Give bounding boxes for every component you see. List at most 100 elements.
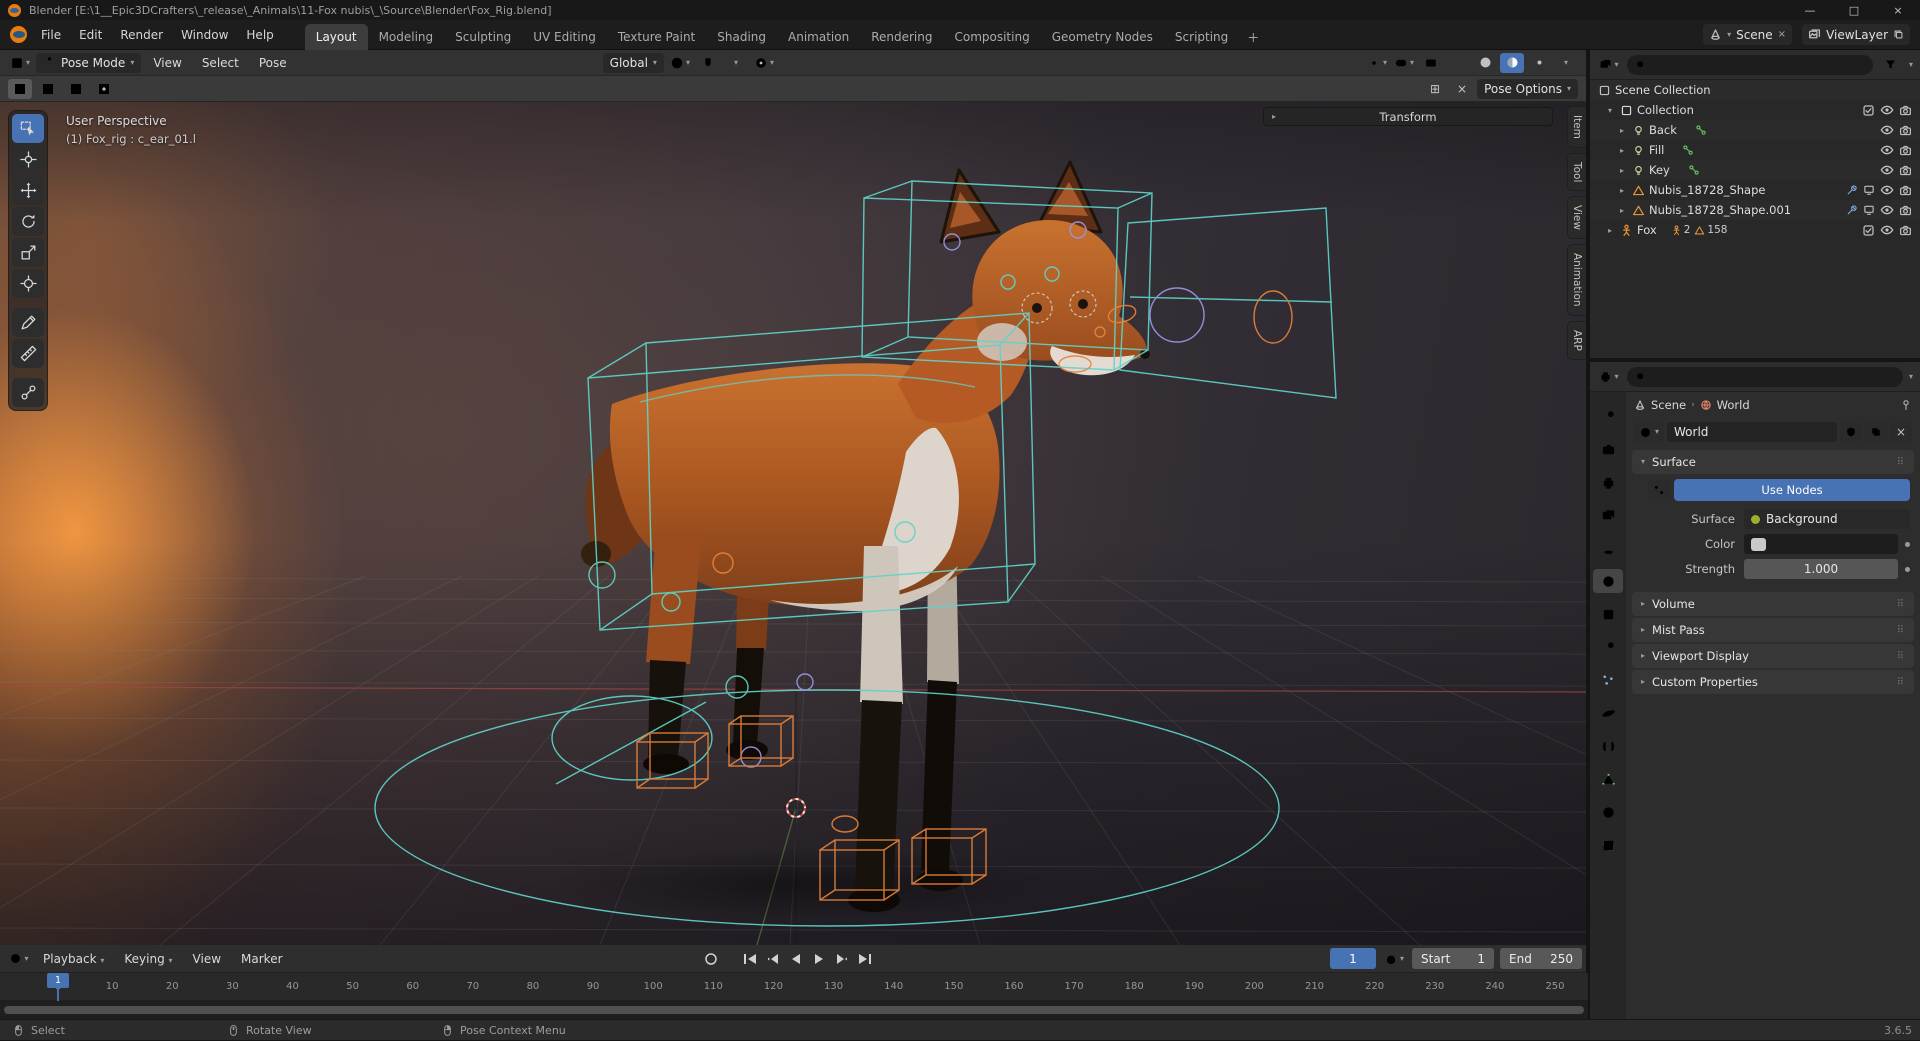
timeline-menu-playback[interactable]: Playback ▾ [35,949,112,969]
horizontal-scrollbar[interactable] [4,1006,1584,1014]
use-nodes-button[interactable]: Use Nodes [1674,479,1910,501]
camera-icon[interactable] [1899,224,1912,237]
shading-solid-button[interactable] [1473,53,1497,73]
collapse-icon[interactable]: ▸ [1604,226,1616,235]
minimize-button[interactable]: — [1788,0,1832,20]
mode-dropdown[interactable]: Pose Mode ▾ [36,52,142,73]
jump-next-keyframe-button[interactable] [831,950,852,969]
clear-filter-icon[interactable]: × [1450,79,1474,99]
workspace-tab-scripting[interactable]: Scripting [1164,24,1239,50]
sidebar-tab-tool[interactable]: Tool [1567,152,1586,192]
select-mode-subtract-button[interactable] [64,79,88,99]
tab-object-data[interactable] [1593,767,1623,791]
collapse-icon[interactable]: ▸ [1616,166,1628,175]
strength-slider[interactable]: 1.000 [1744,559,1898,579]
expand-icon[interactable]: ▾ [1604,106,1616,115]
timeline-menu-keying[interactable]: Keying ▾ [116,949,180,969]
fake-user-button[interactable] [1840,422,1862,442]
toggle-xray-button[interactable] [1419,53,1443,73]
wrench-icon[interactable] [1846,204,1858,216]
camera-icon[interactable] [1899,184,1912,197]
transform-panel-header[interactable]: ▸ Transform [1263,107,1553,126]
outliner-row-nubis-shape[interactable]: ▸ Nubis_18728_Shape [1590,180,1920,200]
jump-prev-keyframe-button[interactable] [762,950,783,969]
camera-icon[interactable] [1899,144,1912,157]
tab-texture[interactable] [1593,833,1623,857]
checkbox-icon[interactable] [1862,224,1875,237]
add-workspace-button[interactable]: ＋ [1239,25,1267,50]
viewport-editor-type-button[interactable]: ▾ [8,53,32,73]
eye-icon[interactable] [1880,163,1894,177]
tab-object[interactable] [1593,602,1623,626]
jump-to-end-button[interactable] [854,950,875,969]
show-overlays-button[interactable]: ▾ [1392,53,1416,73]
tab-world[interactable] [1593,569,1623,593]
workspace-tab-rendering[interactable]: Rendering [860,24,943,50]
tab-material[interactable] [1593,800,1623,824]
blender-menu-icon[interactable] [10,26,27,43]
outliner-row-nubis-shape-001[interactable]: ▸ Nubis_18728_Shape.001 [1590,200,1920,220]
outliner-row-scene-collection[interactable]: Scene Collection [1590,80,1920,100]
tab-view-layer[interactable] [1593,503,1623,527]
fox-model[interactable] [581,160,1150,912]
grid-options-icon[interactable]: ⊞ [1423,79,1447,99]
tab-physics[interactable] [1593,701,1623,725]
collapse-icon[interactable]: ▸ [1616,206,1628,215]
tab-tool[interactable] [1593,404,1623,428]
tool-rotate-button[interactable] [12,207,44,236]
world-name-field[interactable]: World [1667,422,1837,442]
tab-constraints[interactable] [1593,734,1623,758]
sidebar-tab-arp[interactable]: ARP [1567,320,1586,360]
proportional-edit-button[interactable]: ▾ [752,53,776,73]
surface-shader-dropdown[interactable]: Background [1744,509,1910,529]
tool-measure-button[interactable] [12,339,44,368]
workspace-tab-uvediting[interactable]: UV Editing [522,24,607,50]
pin-icon[interactable] [1900,399,1912,411]
workspace-tab-modeling[interactable]: Modeling [368,24,445,50]
workspace-tab-sculpting[interactable]: Sculpting [444,24,522,50]
tool-pose-breakdowner-button[interactable] [12,378,44,407]
eye-icon[interactable] [1880,143,1894,157]
sidebar-tab-animation[interactable]: Animation [1567,244,1586,316]
unlink-button[interactable]: × [1890,422,1912,442]
tool-transform-button[interactable] [12,269,44,298]
frame-start-field[interactable]: Start 1 [1412,948,1494,969]
outliner-row-back[interactable]: ▸ Back [1590,120,1920,140]
pivot-point-button[interactable]: ▾ [668,53,692,73]
stopwatch-icon[interactable]: ▾ [1382,949,1406,969]
wrench-icon[interactable] [1846,184,1858,196]
outliner-row-fill[interactable]: ▸ Fill [1590,140,1920,160]
shading-options-dropdown[interactable]: ▾ [1554,53,1578,73]
menu-window[interactable]: Window [172,24,237,46]
camera-icon[interactable] [1899,204,1912,217]
timeline-menu-view[interactable]: View [185,949,229,969]
shading-material-button[interactable] [1500,52,1524,73]
auto-keying-button[interactable] [700,950,721,969]
viewport-menu-pose[interactable]: Pose [251,53,295,73]
playhead-handle[interactable]: 1 [47,973,69,988]
viewlayer-copy-icon[interactable] [1893,29,1904,40]
monitor-icon[interactable] [1863,184,1875,196]
viewport-scene[interactable] [0,102,1586,945]
snap-magnet-button[interactable] [696,53,720,73]
viewport-menu-view[interactable]: View [145,53,189,73]
custom-properties-panel-header[interactable]: ▸ Custom Properties ⠿ [1632,670,1914,694]
tab-scene[interactable] [1593,536,1623,560]
outliner-editor-type-button[interactable]: ▾ [1597,55,1621,75]
world-browse-button[interactable]: ▾ [1634,422,1665,442]
animate-dot[interactable] [1905,566,1910,572]
viewport-menu-select[interactable]: Select [194,53,247,73]
menu-file[interactable]: File [32,24,70,46]
current-frame-field[interactable]: 1 [1329,948,1376,969]
menu-render[interactable]: Render [111,24,172,46]
outliner-search-input[interactable] [1627,54,1873,75]
menu-edit[interactable]: Edit [70,24,111,46]
breadcrumb-scene[interactable]: Scene [1651,398,1686,412]
tab-render[interactable] [1593,437,1623,461]
shading-rendered-button[interactable] [1527,53,1551,73]
menu-help[interactable]: Help [237,24,282,46]
snap-options-dropdown[interactable]: ▾ [724,53,748,73]
eye-icon[interactable] [1880,223,1894,237]
camera-icon[interactable] [1899,104,1912,117]
outliner-row-collection[interactable]: ▾ Collection [1590,100,1920,120]
